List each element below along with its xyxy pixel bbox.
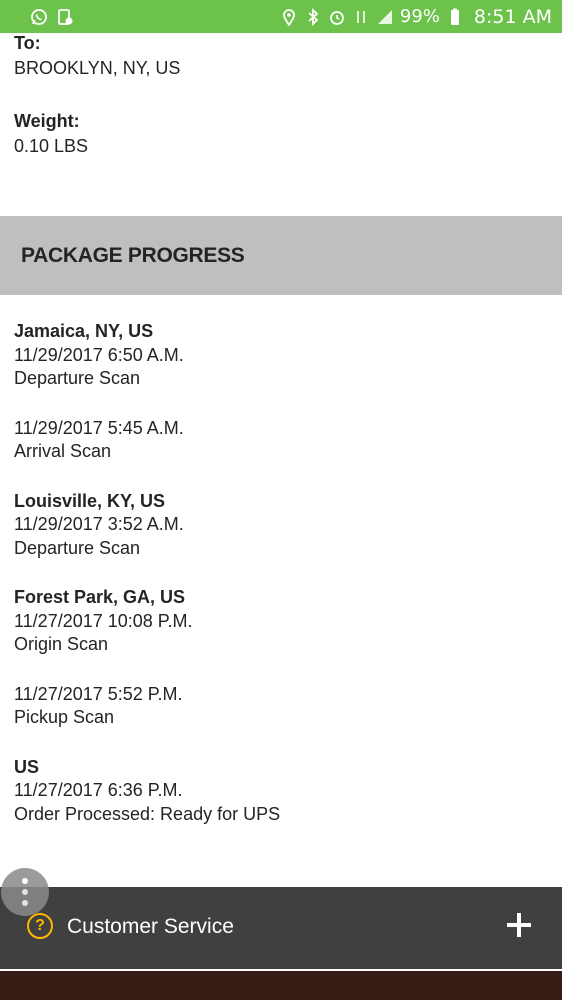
more-options-button[interactable] bbox=[1, 868, 49, 916]
weight-field: Weight: 0.10 LBS bbox=[14, 109, 88, 159]
event-description: Arrival Scan bbox=[14, 441, 112, 461]
dot bbox=[22, 900, 28, 906]
event-description: Pickup Scan bbox=[14, 707, 115, 727]
clock: 8:51 AM bbox=[473, 5, 552, 28]
location-icon bbox=[282, 8, 295, 26]
signal-icon bbox=[377, 9, 392, 24]
battery-icon bbox=[450, 8, 459, 25]
customer-service-label[interactable]: Customer Service bbox=[67, 913, 234, 941]
progress-event: Jamaica, NY, US 11/29/2017 6:50 A.M. Dep… bbox=[14, 320, 544, 391]
event-description: Order Processed: Ready for UPS bbox=[14, 803, 281, 824]
event-description: Origin Scan bbox=[14, 634, 109, 654]
event-description: Departure Scan bbox=[14, 537, 141, 558]
to-label: To: bbox=[14, 33, 41, 53]
status-bar: 99% 8:51 AM bbox=[0, 0, 562, 33]
package-progress-header: PACKAGE PROGRESS bbox=[0, 216, 562, 295]
event-datetime: 11/27/2017 5:52 P.M. bbox=[14, 683, 183, 704]
event-location: US bbox=[14, 756, 40, 777]
event-location: Forest Park, GA, US bbox=[14, 587, 186, 607]
bluetooth-icon bbox=[308, 7, 319, 26]
weight-value: 0.10 LBS bbox=[14, 136, 89, 156]
event-location: Jamaica, NY, US bbox=[14, 321, 154, 341]
battery-percent: 99% bbox=[399, 6, 440, 27]
dot bbox=[22, 878, 28, 884]
event-datetime: 11/27/2017 6:36 P.M. bbox=[14, 780, 183, 800]
dot bbox=[22, 889, 28, 895]
weight-label: Weight: bbox=[14, 111, 80, 131]
alarm-icon bbox=[329, 10, 344, 25]
to-value: BROOKLYN, NY, US bbox=[14, 58, 181, 78]
event-datetime: 11/29/2017 5:45 A.M. bbox=[14, 417, 184, 438]
customer-service-bar[interactable]: ? Customer Service bbox=[0, 887, 562, 969]
help-icon: ? bbox=[27, 913, 53, 939]
bottom-brand-strip bbox=[0, 969, 562, 1000]
progress-event: US 11/27/2017 6:36 P.M. Order Processed:… bbox=[14, 756, 544, 827]
progress-event: Forest Park, GA, US 11/27/2017 10:08 P.M… bbox=[14, 586, 544, 657]
destination-field: To: BROOKLYN, NY, US bbox=[14, 31, 180, 81]
plus-icon[interactable] bbox=[505, 911, 533, 939]
event-datetime: 11/29/2017 3:52 A.M. bbox=[14, 514, 184, 534]
event-datetime: 11/29/2017 6:50 A.M. bbox=[14, 344, 184, 365]
data-icon bbox=[357, 10, 365, 23]
event-description: Departure Scan bbox=[14, 368, 141, 388]
package-progress-title: PACKAGE PROGRESS bbox=[21, 243, 245, 267]
progress-event-list: Jamaica, NY, US 11/29/2017 6:50 A.M. Dep… bbox=[14, 320, 544, 826]
progress-event: Louisville, KY, US 11/29/2017 3:52 A.M. … bbox=[14, 490, 544, 561]
progress-event: 11/29/2017 5:45 A.M. Arrival Scan bbox=[14, 417, 544, 464]
file-download-icon bbox=[58, 8, 73, 25]
progress-event: 11/27/2017 5:52 P.M. Pickup Scan bbox=[14, 683, 544, 730]
event-location: Louisville, KY, US bbox=[14, 490, 166, 511]
whatsapp-icon bbox=[31, 8, 47, 25]
event-datetime: 11/27/2017 10:08 P.M. bbox=[14, 610, 193, 631]
